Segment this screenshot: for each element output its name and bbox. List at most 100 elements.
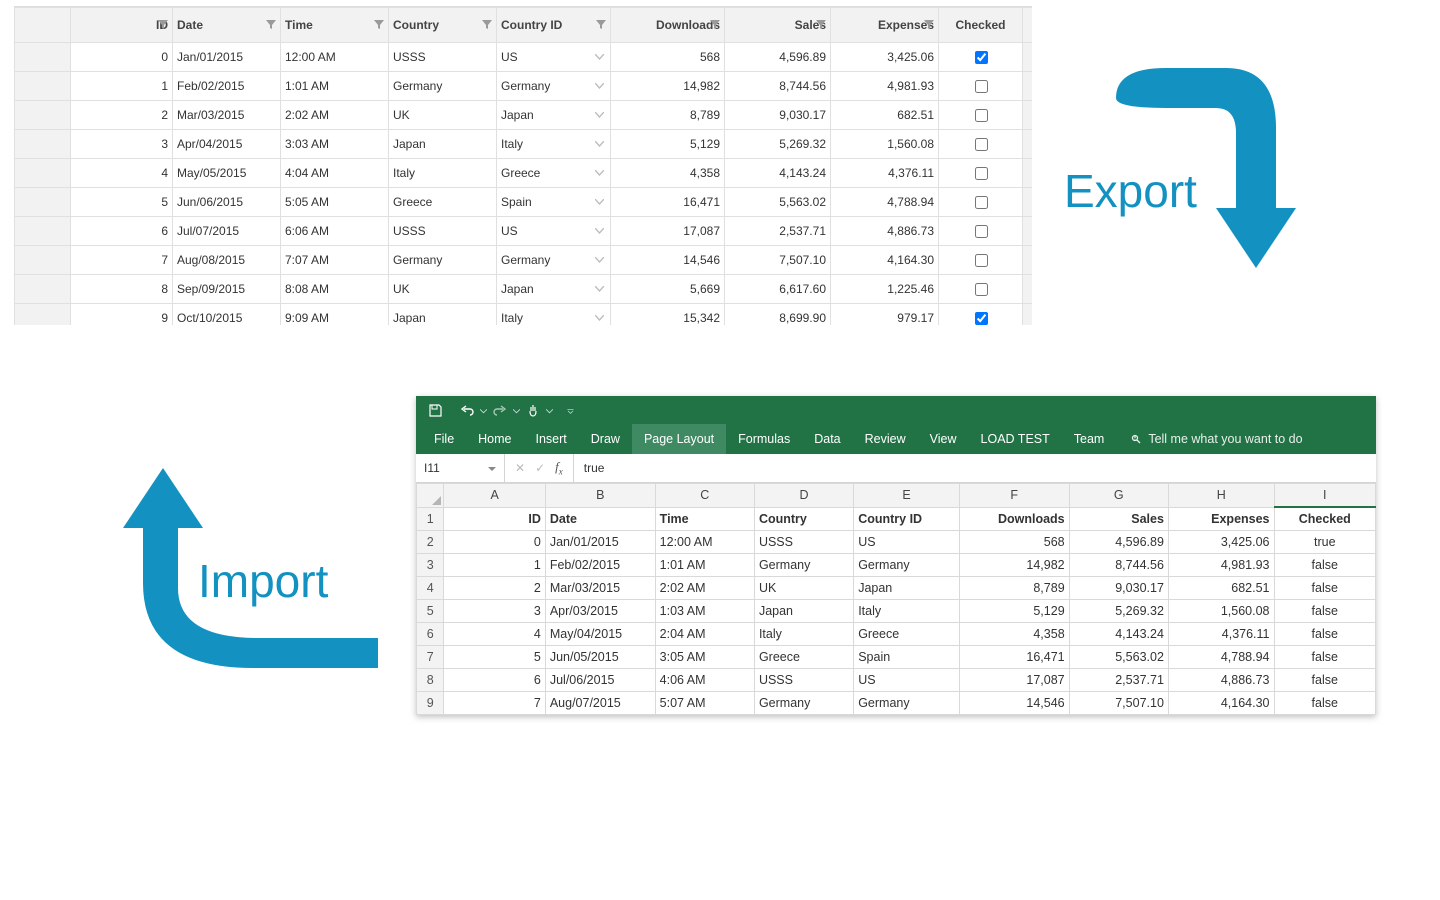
col-header-downloads[interactable]: Downloads <box>611 8 725 43</box>
checkbox[interactable] <box>975 80 988 93</box>
chevron-down-icon[interactable] <box>595 286 604 292</box>
checkbox[interactable] <box>975 283 988 296</box>
sheet-row[interactable]: 64May/04/20152:04 AMItalyGreece4,3584,14… <box>417 623 1376 646</box>
sheet-cell[interactable]: 4,981.93 <box>1168 554 1274 577</box>
cell-date[interactable]: Oct/10/2015 <box>173 304 281 326</box>
filter-icon[interactable] <box>374 20 384 30</box>
checkbox[interactable] <box>975 167 988 180</box>
filter-icon[interactable] <box>816 20 826 30</box>
cell-country-id[interactable]: Spain <box>497 188 611 217</box>
chevron-down-icon[interactable] <box>488 461 496 475</box>
cell-time[interactable]: 4:04 AM <box>281 159 389 188</box>
ribbon-tab-draw[interactable]: Draw <box>579 424 632 454</box>
cell-time[interactable]: 7:07 AM <box>281 246 389 275</box>
sheet-cell[interactable]: USSS <box>754 669 853 692</box>
col-letter[interactable]: E <box>854 484 960 508</box>
cell-downloads[interactable]: 16,471 <box>611 188 725 217</box>
row-number[interactable]: 5 <box>417 600 444 623</box>
sheet-header-cell[interactable]: Checked <box>1274 507 1375 531</box>
cell-id[interactable]: 7 <box>71 246 173 275</box>
row-selector[interactable] <box>15 188 71 217</box>
cell-country-id[interactable]: Greece <box>497 159 611 188</box>
col-letter[interactable]: F <box>959 484 1069 508</box>
sheet-cell[interactable]: 4,886.73 <box>1168 669 1274 692</box>
chevron-down-icon[interactable] <box>513 403 520 417</box>
sheet-cell[interactable]: false <box>1274 623 1375 646</box>
sheet-cell[interactable]: 2:02 AM <box>655 577 754 600</box>
cell-id[interactable]: 9 <box>71 304 173 326</box>
cell-sales[interactable]: 6,617.60 <box>725 275 831 304</box>
sheet-cell[interactable]: US <box>854 531 960 554</box>
worksheet[interactable]: A B C D E F G H I 1IDDateTimeCountryCoun… <box>416 483 1376 715</box>
chevron-down-icon[interactable] <box>595 257 604 263</box>
select-all-corner[interactable] <box>417 484 444 508</box>
filter-icon[interactable] <box>924 20 934 30</box>
cell-country-id[interactable]: Japan <box>497 275 611 304</box>
cell-time[interactable]: 3:03 AM <box>281 130 389 159</box>
cell-date[interactable]: Feb/02/2015 <box>173 72 281 101</box>
row-selector[interactable] <box>15 246 71 275</box>
sheet-cell[interactable]: Japan <box>754 600 853 623</box>
sheet-cell[interactable]: Japan <box>854 577 960 600</box>
sheet-cell[interactable]: 8,744.56 <box>1069 554 1168 577</box>
sheet-cell[interactable]: Spain <box>854 646 960 669</box>
sheet-cell[interactable]: 7,507.10 <box>1069 692 1168 715</box>
cell-checked[interactable] <box>939 72 1023 101</box>
checkbox[interactable] <box>975 138 988 151</box>
cancel-icon[interactable]: ✕ <box>515 461 525 475</box>
ribbon-tab-load-test[interactable]: LOAD TEST <box>969 424 1062 454</box>
grid-row[interactable]: 3Apr/04/20153:03 AMJapanItaly5,1295,269.… <box>15 130 1033 159</box>
sheet-header-cell[interactable]: ID <box>444 507 545 531</box>
grid-row[interactable]: 1Feb/02/20151:01 AMGermanyGermany14,9828… <box>15 72 1033 101</box>
sheet-cell[interactable]: 12:00 AM <box>655 531 754 554</box>
cell-checked[interactable] <box>939 159 1023 188</box>
grid-row[interactable]: 7Aug/08/20157:07 AMGermanyGermany14,5467… <box>15 246 1033 275</box>
cell-country-id[interactable]: Germany <box>497 246 611 275</box>
sheet-row[interactable]: 42Mar/03/20152:02 AMUKJapan8,7899,030.17… <box>417 577 1376 600</box>
sheet-cell[interactable]: 16,471 <box>959 646 1069 669</box>
grid-row[interactable]: 4May/05/20154:04 AMItalyGreece4,3584,143… <box>15 159 1033 188</box>
sheet-header-cell[interactable]: Date <box>545 507 655 531</box>
grid-row[interactable]: 2Mar/03/20152:02 AMUKJapan8,7899,030.176… <box>15 101 1033 130</box>
col-letter[interactable]: H <box>1168 484 1274 508</box>
cell-date[interactable]: Mar/03/2015 <box>173 101 281 130</box>
cell-date[interactable]: Sep/09/2015 <box>173 275 281 304</box>
filter-icon[interactable] <box>596 20 606 30</box>
col-header-sales[interactable]: Sales <box>725 8 831 43</box>
cell-downloads[interactable]: 17,087 <box>611 217 725 246</box>
cell-date[interactable]: Aug/08/2015 <box>173 246 281 275</box>
cell-expenses[interactable]: 4,886.73 <box>831 217 939 246</box>
chevron-down-icon[interactable] <box>480 403 487 417</box>
sheet-cell[interactable]: Aug/07/2015 <box>545 692 655 715</box>
sheet-cell[interactable]: Germany <box>854 692 960 715</box>
col-letter[interactable]: A <box>444 484 545 508</box>
cell-expenses[interactable]: 979.17 <box>831 304 939 326</box>
row-number[interactable]: 1 <box>417 507 444 531</box>
ribbon-tab-page-layout[interactable]: Page Layout <box>632 424 726 454</box>
cell-sales[interactable]: 8,699.90 <box>725 304 831 326</box>
data-grid[interactable]: ID Date Time Country Country ID Download… <box>14 6 1032 325</box>
ribbon-tab-file[interactable]: File <box>422 424 466 454</box>
cell-id[interactable]: 5 <box>71 188 173 217</box>
sheet-cell[interactable]: 1:03 AM <box>655 600 754 623</box>
sheet-cell[interactable]: Feb/02/2015 <box>545 554 655 577</box>
col-letter[interactable]: D <box>754 484 853 508</box>
ribbon-tab-home[interactable]: Home <box>466 424 523 454</box>
cell-country-id[interactable]: US <box>497 217 611 246</box>
cell-country[interactable]: Germany <box>389 72 497 101</box>
col-header-time[interactable]: Time <box>281 8 389 43</box>
row-number[interactable]: 2 <box>417 531 444 554</box>
col-letter[interactable]: B <box>545 484 655 508</box>
sheet-cell[interactable]: Greece <box>754 646 853 669</box>
sheet-cell[interactable]: UK <box>754 577 853 600</box>
sheet-row[interactable]: 53Apr/03/20151:03 AMJapanItaly5,1295,269… <box>417 600 1376 623</box>
cell-date[interactable]: Jan/01/2015 <box>173 43 281 72</box>
sheet-cell[interactable]: 5,129 <box>959 600 1069 623</box>
cell-country[interactable]: Greece <box>389 188 497 217</box>
sheet-cell[interactable]: 4:06 AM <box>655 669 754 692</box>
sheet-cell[interactable]: 14,546 <box>959 692 1069 715</box>
customize-qat-icon[interactable] <box>567 403 574 417</box>
cell-time[interactable]: 5:05 AM <box>281 188 389 217</box>
ribbon-tab-view[interactable]: View <box>918 424 969 454</box>
cell-sales[interactable]: 4,143.24 <box>725 159 831 188</box>
